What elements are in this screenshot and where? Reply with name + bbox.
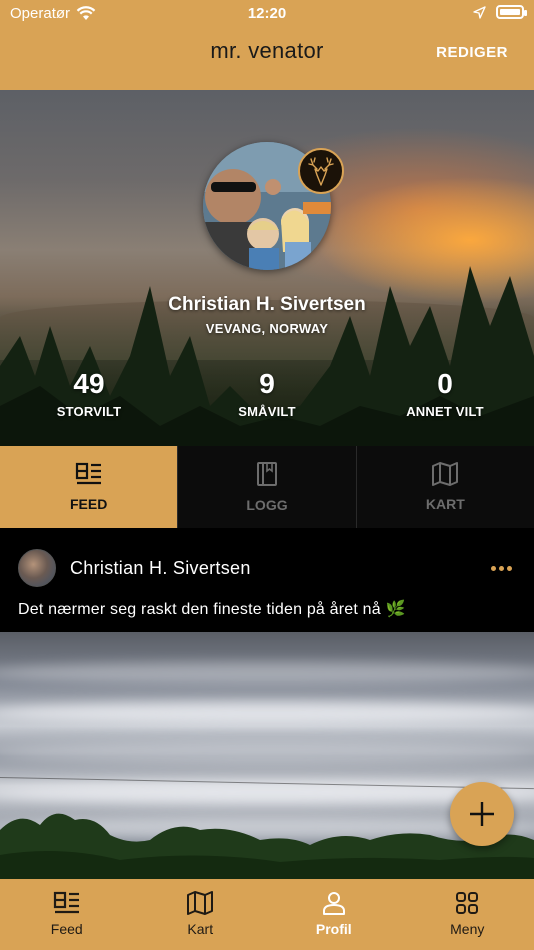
stat-value: 0 <box>437 368 453 399</box>
more-options-icon[interactable] <box>486 556 516 580</box>
post-image[interactable] <box>0 632 534 880</box>
post-author-name[interactable]: Christian H. Sivertsen <box>70 558 251 579</box>
map-icon <box>187 891 214 915</box>
top-bar: Operatør 12:20 mr. venator REDIGER <box>0 0 534 90</box>
stat-value: 49 <box>73 368 105 399</box>
bottom-tab-label: Kart <box>187 921 214 937</box>
stat-label: SMÅVILT <box>238 404 296 419</box>
profile-tabs: FEED LOGG KART <box>0 446 534 528</box>
clock: 12:20 <box>247 5 287 22</box>
bottom-tab-meny[interactable]: Meny <box>401 879 534 950</box>
tab-label: LOGG <box>246 497 288 513</box>
bottom-tab-label: Meny <box>450 921 485 937</box>
edit-button[interactable]: REDIGER <box>436 44 508 61</box>
bottom-tab-label: Feed <box>50 921 83 937</box>
post-header: Christian H. Sivertsen <box>0 546 534 590</box>
grid-icon <box>456 892 479 914</box>
bottom-tab-feed[interactable]: Feed <box>0 879 134 950</box>
add-post-button[interactable] <box>450 782 514 846</box>
tab-label: KART <box>425 496 465 512</box>
person-icon <box>322 892 345 915</box>
stats-row: 49 STORVILT 9 SMÅVILT 0 ANNET VILT <box>0 368 534 428</box>
stat-smavilt[interactable]: 9 SMÅVILT <box>178 368 356 428</box>
map-icon <box>432 462 459 486</box>
stat-storvilt[interactable]: 49 STORVILT <box>0 368 178 428</box>
post-author-avatar[interactable] <box>18 549 56 587</box>
profile-hero: Christian H. Sivertsen VEVANG, NORWAY 49… <box>0 90 534 446</box>
bottom-tab-profil[interactable]: Profil <box>267 879 401 950</box>
plus-icon <box>470 802 494 826</box>
battery-icon <box>496 5 527 19</box>
stat-annet-vilt[interactable]: 0 ANNET VILT <box>356 368 534 428</box>
feed-icon <box>75 462 101 485</box>
stat-label: STORVILT <box>56 404 122 419</box>
tab-feed[interactable]: FEED <box>0 446 179 528</box>
location-arrow-icon <box>473 5 486 19</box>
feed-icon <box>53 891 79 914</box>
profile-location: VEVANG, NORWAY <box>205 321 329 336</box>
bottom-tab-label: Profil <box>315 921 352 937</box>
post-text: Det nærmer seg raskt den fineste tiden p… <box>18 601 406 618</box>
tab-kart[interactable]: KART <box>357 446 534 528</box>
status-right <box>473 5 527 19</box>
deer-badge-icon <box>298 148 344 194</box>
bottom-tab-kart[interactable]: Kart <box>134 879 268 950</box>
status-bar: Operatør 12:20 <box>0 0 534 28</box>
bottom-tab-bar: Feed Kart Profil Meny <box>0 879 534 950</box>
stat-label: ANNET VILT <box>406 404 484 419</box>
tab-logg[interactable]: LOGG <box>178 446 357 528</box>
stat-value: 9 <box>259 368 275 399</box>
book-icon <box>256 462 277 486</box>
tab-label: FEED <box>69 496 108 512</box>
profile-name: Christian H. Sivertsen <box>168 294 366 315</box>
